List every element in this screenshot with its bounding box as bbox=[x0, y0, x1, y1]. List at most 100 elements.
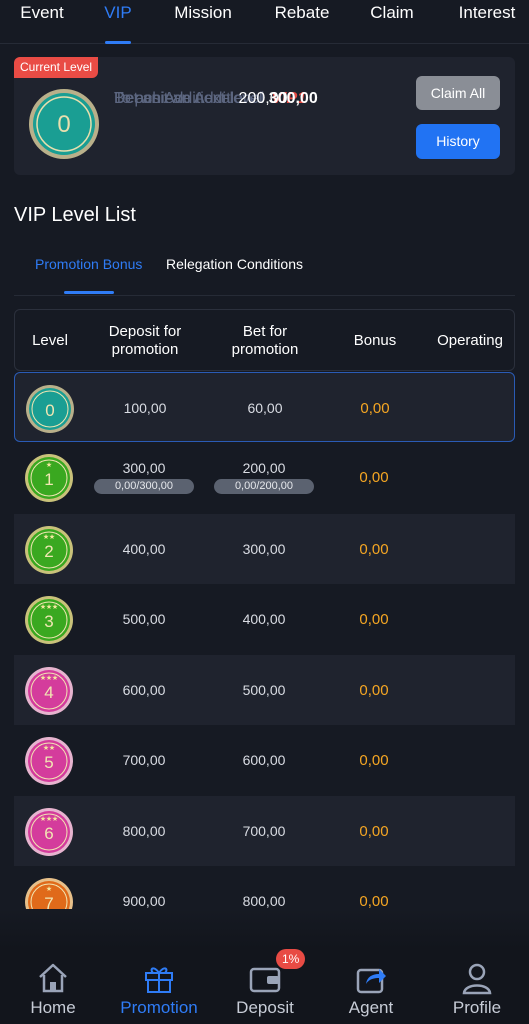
nav-home[interactable]: Home bbox=[0, 948, 106, 1024]
deposit-cell-value: 500,00 bbox=[122, 611, 166, 627]
deposit-cell: 100,00 bbox=[95, 373, 195, 443]
deposit-cell: 600,00 bbox=[94, 655, 194, 725]
claim-all-button[interactable]: Claim All bbox=[416, 76, 500, 110]
medal-level-number: 5 bbox=[44, 753, 53, 772]
medal-level-number: 7 bbox=[44, 894, 53, 909]
nav-profile[interactable]: Profile bbox=[424, 948, 529, 1024]
svg-text:★: ★ bbox=[52, 674, 58, 682]
table-row: ★ 1 300,00 0,00/300,00 200,00 0,00/200,00 0,… bbox=[14, 442, 515, 512]
user-icon bbox=[462, 963, 492, 995]
tab-vip[interactable]: VIP bbox=[100, 0, 136, 44]
bet-cell-value: 60,00 bbox=[247, 400, 283, 416]
table-row: ★ ★ 2 400,00 300,00 0,00 bbox=[14, 514, 515, 584]
vip-level-medal-icon: ★ 7 bbox=[24, 877, 74, 909]
bonus-cell: 0,00 bbox=[334, 866, 414, 910]
header-bet: Bet for promotion bbox=[231, 323, 299, 358]
operating-cell bbox=[424, 514, 514, 584]
header-operating: Operating bbox=[437, 332, 503, 349]
bet-cell: 200,00 0,00/200,00 bbox=[214, 442, 314, 512]
svg-text:★: ★ bbox=[46, 461, 52, 469]
medal-level-number: 4 bbox=[44, 683, 53, 702]
current-level-badge: Current Level bbox=[14, 57, 99, 78]
bet-additional-value: 200,00 bbox=[238, 90, 288, 107]
bonus-cell: 0,00 bbox=[334, 796, 414, 866]
deposit-cell: 700,00 bbox=[94, 725, 194, 795]
tab-event[interactable]: Event bbox=[14, 0, 70, 44]
gift-icon bbox=[145, 967, 173, 993]
vip-medal-icon: 0 bbox=[29, 89, 99, 159]
vip-level-medal-icon: ★ ★ ★ 3 bbox=[24, 595, 74, 645]
bonus-cell-value: 0,00 bbox=[359, 751, 389, 769]
operating-cell bbox=[424, 442, 514, 512]
operating-cell bbox=[424, 725, 514, 795]
vip-level-medal-icon: ★ ★ 5 bbox=[24, 736, 74, 786]
deposit-cell-value: 900,00 bbox=[122, 893, 166, 909]
tab-rebate[interactable]: Rebate bbox=[272, 0, 332, 44]
table-row: ★ ★ 5 700,00 600,00 0,00 bbox=[14, 725, 515, 795]
nav-agent[interactable]: Agent bbox=[318, 948, 424, 1024]
bet-cell: 600,00 bbox=[214, 725, 314, 795]
deposit-cell-value: 100,00 bbox=[123, 400, 167, 416]
tab-promotion-bonus[interactable]: Promotion Bonus bbox=[35, 256, 142, 294]
bonus-cell: 0,00 bbox=[334, 725, 414, 795]
nav-promotion[interactable]: Promotion bbox=[106, 948, 212, 1024]
bonus-cell-value: 0,00 bbox=[359, 468, 389, 486]
deposit-cell-value: 800,00 bbox=[122, 823, 166, 839]
bet-cell: 500,00 bbox=[214, 655, 314, 725]
bonus-cell: 0,00 bbox=[334, 442, 414, 512]
tab-claim[interactable]: Claim bbox=[367, 0, 417, 44]
bet-cell: 700,00 bbox=[214, 796, 314, 866]
medal-level-number: 6 bbox=[44, 824, 53, 843]
svg-text:0: 0 bbox=[57, 111, 70, 138]
deposit-cell-value: 300,00 bbox=[122, 460, 166, 476]
section-title: VIP Level List bbox=[14, 204, 136, 226]
operating-cell bbox=[424, 584, 514, 654]
bet-cell-value: 600,00 bbox=[242, 752, 286, 768]
deposit-cell-value: 400,00 bbox=[122, 541, 166, 557]
bottom-fade bbox=[0, 909, 529, 949]
header-bonus: Bonus bbox=[353, 332, 397, 349]
deposit-cell: 800,00 bbox=[94, 796, 194, 866]
deposit-cell: 900,00 bbox=[94, 866, 194, 909]
operating-cell bbox=[424, 866, 514, 909]
deposit-cell-progress: 0,00/300,00 bbox=[94, 479, 194, 494]
bet-cell: 400,00 bbox=[214, 584, 314, 654]
vip-level-medal-icon: ★ ★ 2 bbox=[24, 525, 74, 575]
bonus-cell: 0,00 bbox=[334, 584, 414, 654]
bet-cell-value: 400,00 bbox=[242, 611, 286, 627]
bonus-cell-value: 0,00 bbox=[360, 399, 390, 417]
operating-cell bbox=[424, 655, 514, 725]
medal-level-number: 3 bbox=[44, 612, 53, 631]
vip-level-medal-icon: ★ 1 bbox=[24, 453, 74, 503]
medal-level-number: 1 bbox=[44, 470, 53, 489]
svg-text:★: ★ bbox=[52, 815, 58, 823]
bet-cell-value: 200,00 bbox=[242, 460, 286, 476]
sub-tab-active-indicator bbox=[63, 291, 114, 294]
deposit-cell-value: 600,00 bbox=[122, 682, 166, 698]
history-button[interactable]: History bbox=[416, 124, 500, 159]
deposit-cell: 500,00 bbox=[94, 584, 194, 654]
bet-cell: 800,00 bbox=[214, 866, 314, 909]
vip-level-medal-icon: 0 bbox=[25, 384, 75, 434]
table-row: ★ ★ ★ 4 600,00 500,00 0,00 bbox=[14, 655, 515, 725]
bonus-cell: 0,00 bbox=[335, 373, 415, 443]
bonus-cell: 0,00 bbox=[334, 514, 414, 584]
deposit-percent-badge: 1% bbox=[276, 949, 306, 969]
deposit-cell: 300,00 0,00/300,00 bbox=[94, 442, 194, 512]
tab-mission[interactable]: Mission bbox=[170, 0, 236, 44]
top-tab-bar: Event VIP Mission Rebate Claim Interest bbox=[0, 0, 529, 44]
table-header: Level Deposit for promotion Bet for prom… bbox=[14, 309, 515, 371]
tab-interest[interactable]: Interest bbox=[452, 0, 522, 44]
bonus-cell-value: 0,00 bbox=[359, 610, 389, 628]
current-level-card: Current Level 0 To achieve next level VI… bbox=[14, 57, 515, 175]
deposit-cell-value: 700,00 bbox=[122, 752, 166, 768]
tab-relegation-conditions[interactable]: Relegation Conditions bbox=[166, 256, 303, 272]
bet-cell-progress: 0,00/200,00 bbox=[214, 479, 314, 494]
vip-level-medal-icon: ★ ★ ★ 6 bbox=[24, 807, 74, 857]
bonus-cell: 0,00 bbox=[334, 655, 414, 725]
sub-tab-bar: Promotion Bonus Relegation Conditions bbox=[14, 252, 515, 296]
bonus-cell-value: 0,00 bbox=[359, 681, 389, 699]
bet-cell-value: 500,00 bbox=[242, 682, 286, 698]
bonus-cell-value: 0,00 bbox=[359, 892, 389, 910]
bet-cell-value: 700,00 bbox=[242, 823, 286, 839]
